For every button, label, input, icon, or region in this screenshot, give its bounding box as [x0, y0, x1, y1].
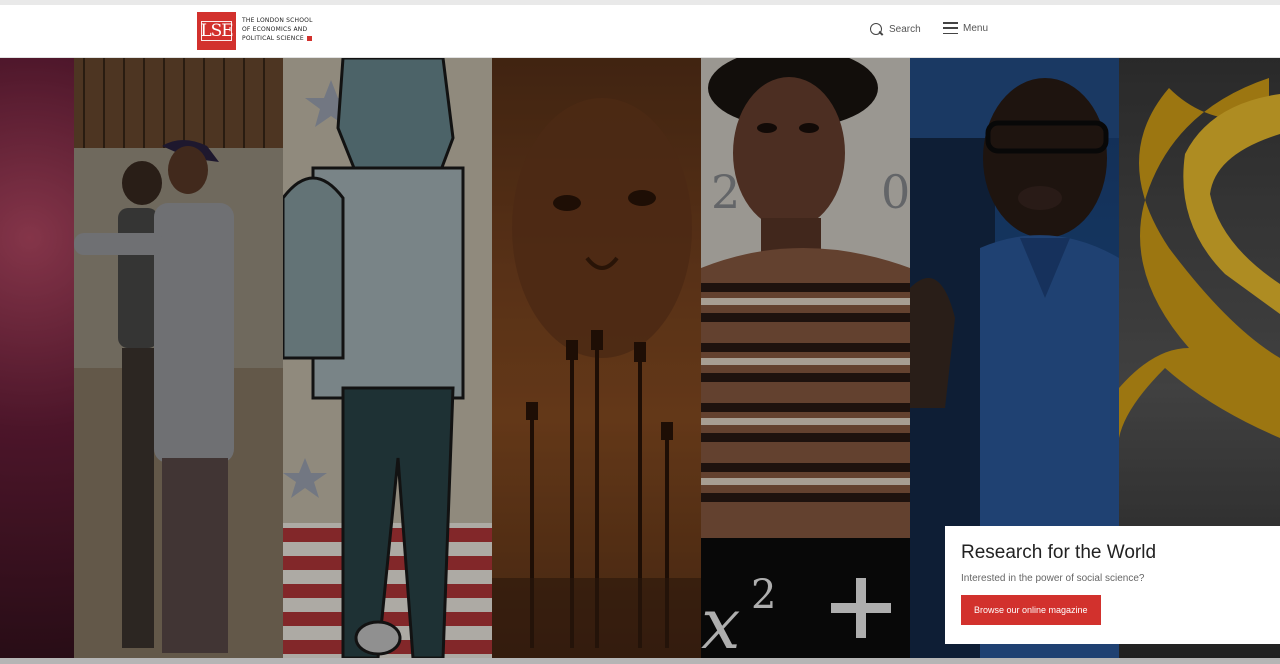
hero-subtitle: Interested in the power of social scienc…: [961, 573, 1145, 584]
browse-magazine-button[interactable]: Browse our online magazine: [961, 595, 1101, 625]
lse-logo-text: THE LONDON SCHOOL OF ECONOMICS AND POLIT…: [242, 16, 313, 43]
search-icon: [869, 22, 884, 37]
logo-line-3: POLITICAL SCIENCE: [242, 35, 304, 42]
hero-title: Research for the World: [961, 542, 1157, 563]
lse-logo-link[interactable]: LSE THE LONDON SCHOOL OF ECONOMICS AND P…: [197, 12, 313, 50]
logo-red-square: [306, 36, 312, 41]
search-button[interactable]: Search: [869, 22, 921, 37]
bottom-edge-bar: [0, 658, 1280, 664]
logo-line-3-wrap: POLITICAL SCIENCE: [242, 34, 313, 43]
hamburger-icon: [943, 22, 958, 34]
menu-label: Menu: [963, 22, 989, 34]
lse-logo-mark: LSE: [197, 12, 236, 50]
menu-button[interactable]: Menu: [943, 22, 988, 34]
logo-line-1: THE LONDON SCHOOL: [242, 17, 313, 24]
logo-line-2: OF ECONOMICS AND: [242, 26, 308, 33]
hero-callout-panel: Research for the World Interested in the…: [945, 526, 1280, 644]
search-label: Search: [889, 24, 921, 35]
site-header: LSE THE LONDON SCHOOL OF ECONOMICS AND P…: [0, 5, 1280, 58]
lse-logo-letters: LSE: [198, 18, 234, 44]
